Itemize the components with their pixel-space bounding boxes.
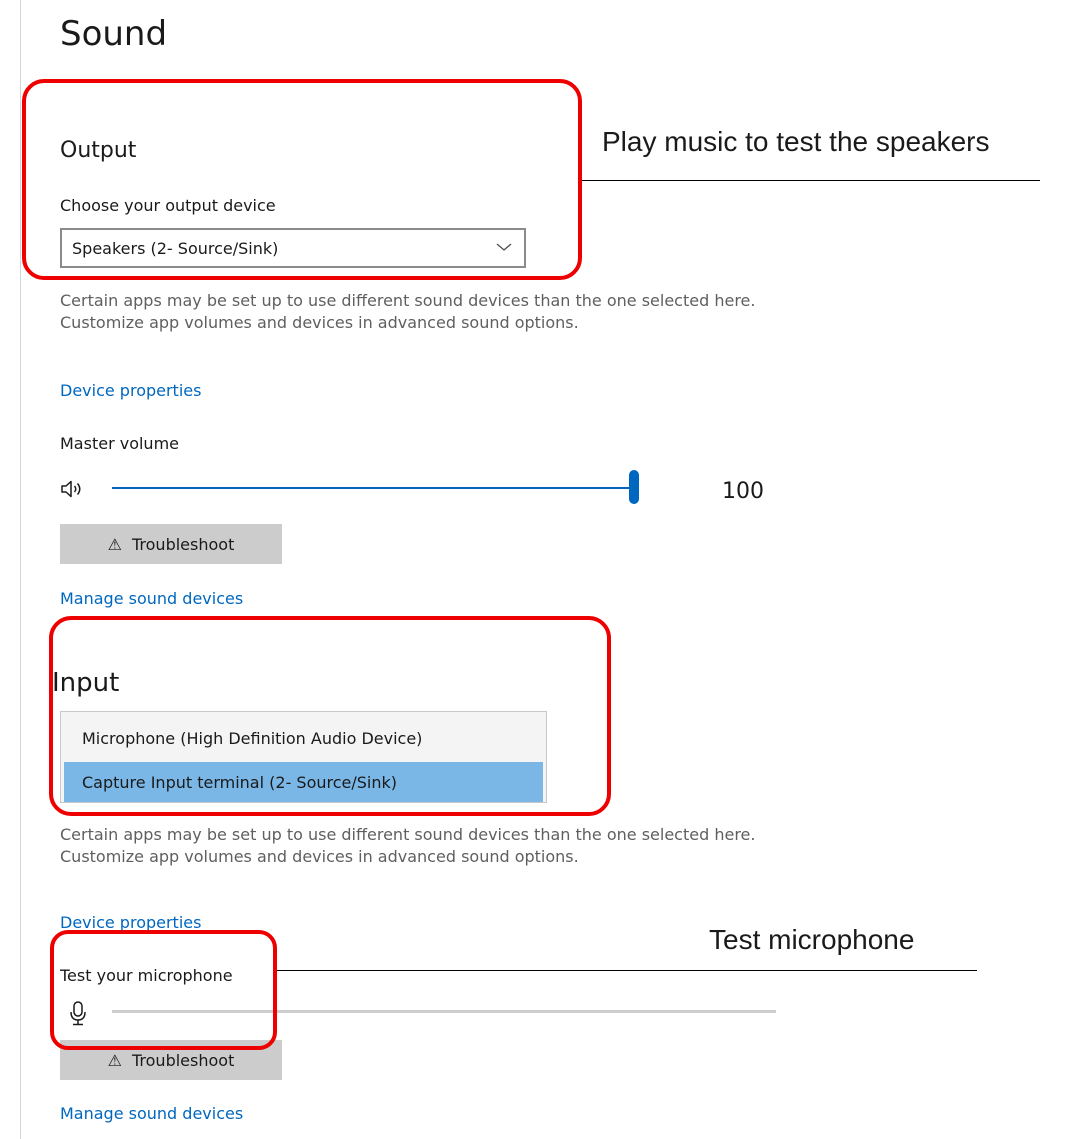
- content-left-border: [20, 0, 21, 1139]
- output-description: Certain apps may be set up to use differ…: [60, 291, 756, 332]
- master-volume-value: 100: [722, 479, 764, 504]
- microphone-annotation-text: Test microphone: [709, 924, 915, 955]
- warning-triangle-icon: ⚠: [107, 1050, 122, 1070]
- input-description: Certain apps may be set up to use differ…: [60, 825, 756, 866]
- master-volume-label: Master volume: [60, 434, 179, 453]
- speakers-annotation-line: [582, 180, 1040, 181]
- master-volume-track[interactable]: [112, 487, 632, 489]
- warning-triangle-icon: ⚠: [107, 534, 122, 554]
- output-troubleshoot-label: Troubleshoot: [131, 534, 235, 554]
- microphone-annotation-box: [50, 930, 277, 1050]
- output-troubleshoot-button[interactable]: ⚠ Troubleshoot: [60, 524, 282, 564]
- master-volume-thumb[interactable]: [629, 470, 639, 504]
- page-title: Sound: [60, 14, 168, 54]
- input-annotation-box: [49, 616, 611, 816]
- microphone-annotation-line: [277, 970, 977, 971]
- output-manage-sound-devices-link[interactable]: Manage sound devices: [60, 589, 243, 608]
- output-device-properties-link[interactable]: Device properties: [60, 381, 201, 400]
- output-annotation-box: [22, 79, 582, 280]
- input-manage-sound-devices-link[interactable]: Manage sound devices: [60, 1104, 243, 1123]
- speakers-annotation-text: Play music to test the speakers: [602, 126, 990, 157]
- input-troubleshoot-label: Troubleshoot: [131, 1050, 235, 1070]
- speaker-volume-icon: [61, 480, 81, 498]
